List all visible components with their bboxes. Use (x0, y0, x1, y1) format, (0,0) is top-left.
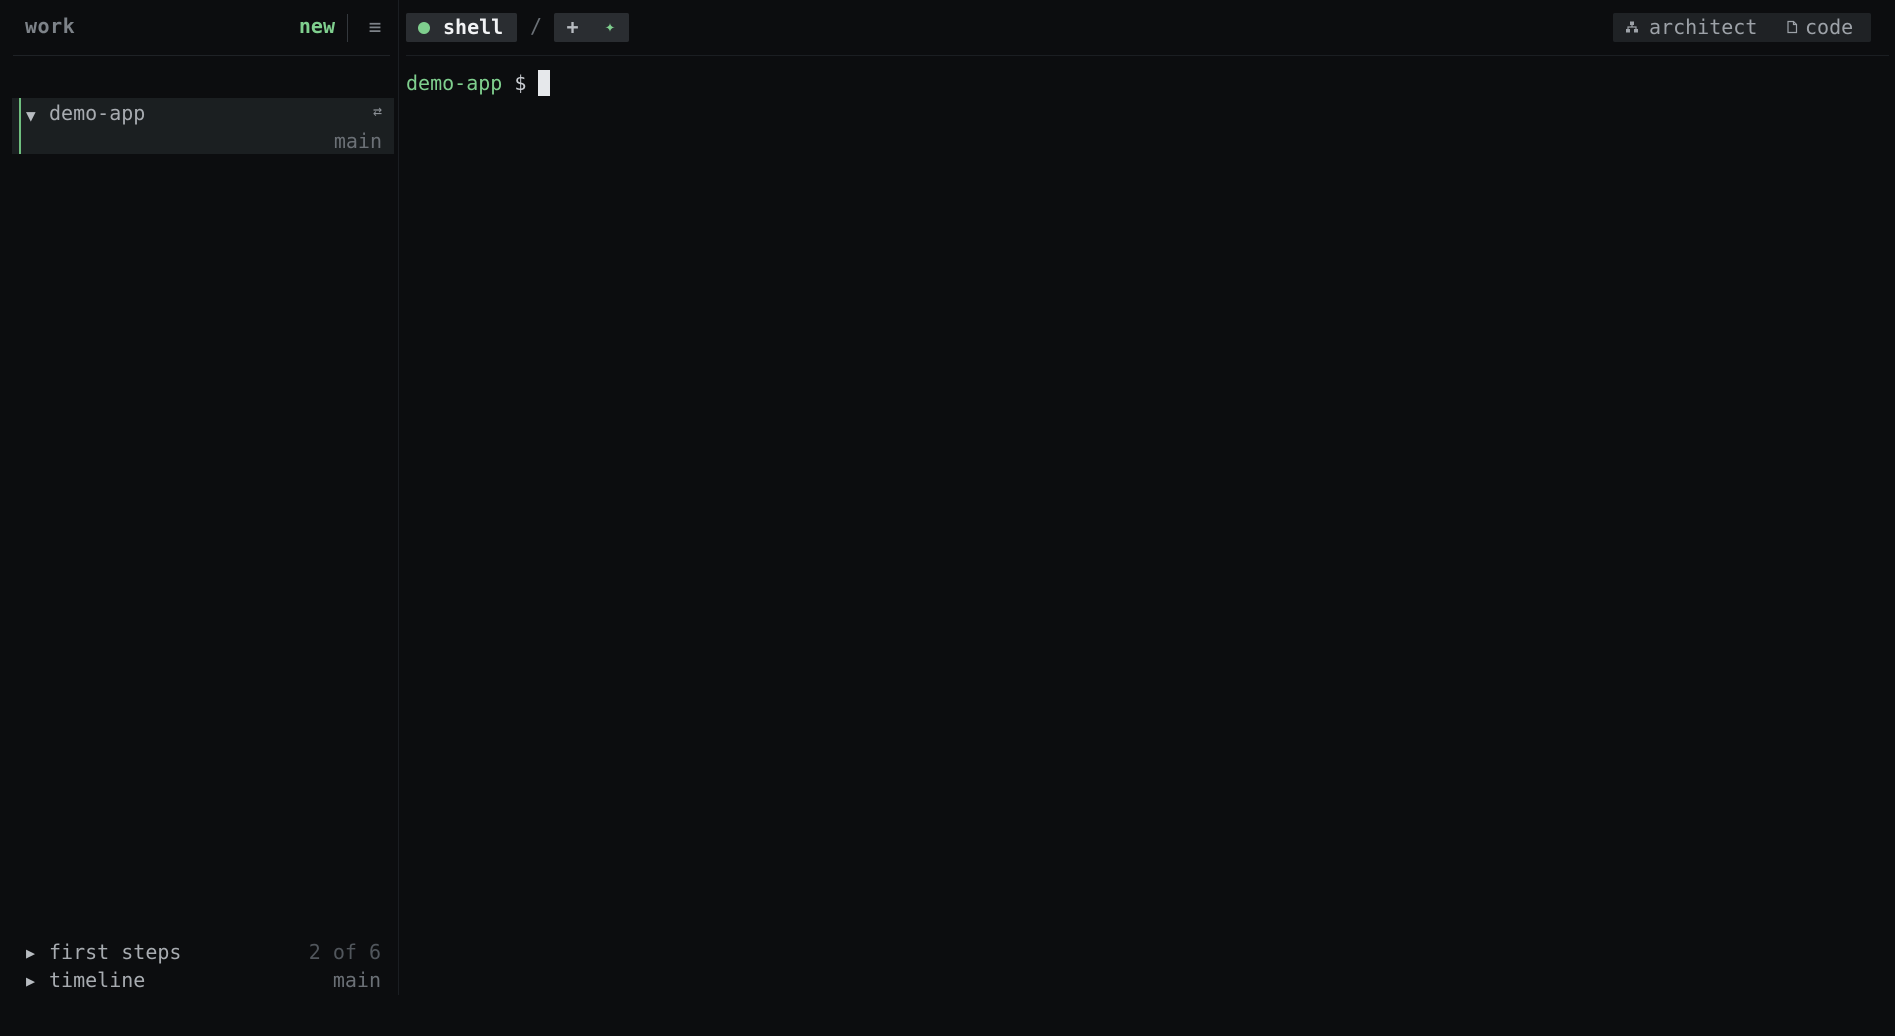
view-switcher: architect code (1613, 13, 1871, 42)
prompt-symbol: $ (514, 71, 527, 95)
architect-label: architect (1649, 15, 1758, 39)
project-branch: main (333, 129, 382, 153)
header-divider (347, 14, 348, 42)
prompt-directory: demo-app (406, 71, 503, 95)
code-view-button[interactable]: code (1773, 13, 1871, 42)
add-tab-icon[interactable]: + (554, 13, 591, 42)
tab-label: shell (443, 15, 504, 39)
sidebar: work new ≡ ▼ demo-app ⇄ main ▶ first ste… (0, 0, 399, 995)
timeline-label: timeline (49, 968, 146, 992)
caret-down-icon[interactable]: ▼ (26, 106, 36, 125)
menu-icon[interactable]: ≡ (360, 12, 390, 42)
top-bar: shell / + ✦ architect code (406, 0, 1889, 56)
timeline-branch: main (332, 968, 381, 992)
tab-shell[interactable]: shell (406, 13, 517, 42)
new-button[interactable]: new (299, 14, 335, 38)
switch-branch-icon[interactable]: ⇄ (373, 102, 382, 120)
sparkle-icon[interactable]: ✦ (591, 13, 629, 42)
caret-right-icon: ▶ (26, 972, 36, 990)
active-indicator (19, 98, 21, 154)
code-label: code (1805, 15, 1854, 39)
tab-separator: / (530, 14, 543, 38)
hierarchy-icon (1626, 21, 1638, 33)
terminal[interactable]: demo-app $ (406, 70, 1889, 996)
status-dot (418, 22, 430, 34)
project-item-demo-app[interactable]: ▼ demo-app ⇄ main (12, 98, 394, 154)
terminal-cursor (538, 70, 551, 96)
app-window: work new ≡ ▼ demo-app ⇄ main ▶ first ste… (0, 0, 1895, 1036)
first-steps-label: first steps (49, 940, 182, 964)
sidebar-header: work new ≡ (13, 0, 390, 56)
first-steps-section[interactable]: ▶ first steps 2 of 6 (26, 939, 381, 967)
caret-right-icon: ▶ (26, 944, 36, 962)
tab-actions: + ✦ (554, 13, 629, 42)
first-steps-progress: 2 of 6 (308, 940, 381, 964)
project-name: demo-app (49, 101, 146, 125)
sidebar-title: work (25, 14, 76, 38)
file-icon (1787, 20, 1798, 34)
timeline-section[interactable]: ▶ timeline main (26, 967, 381, 995)
architect-view-button[interactable]: architect (1613, 13, 1771, 42)
main-panel: shell / + ✦ architect code demo-app $ (400, 0, 1895, 1036)
